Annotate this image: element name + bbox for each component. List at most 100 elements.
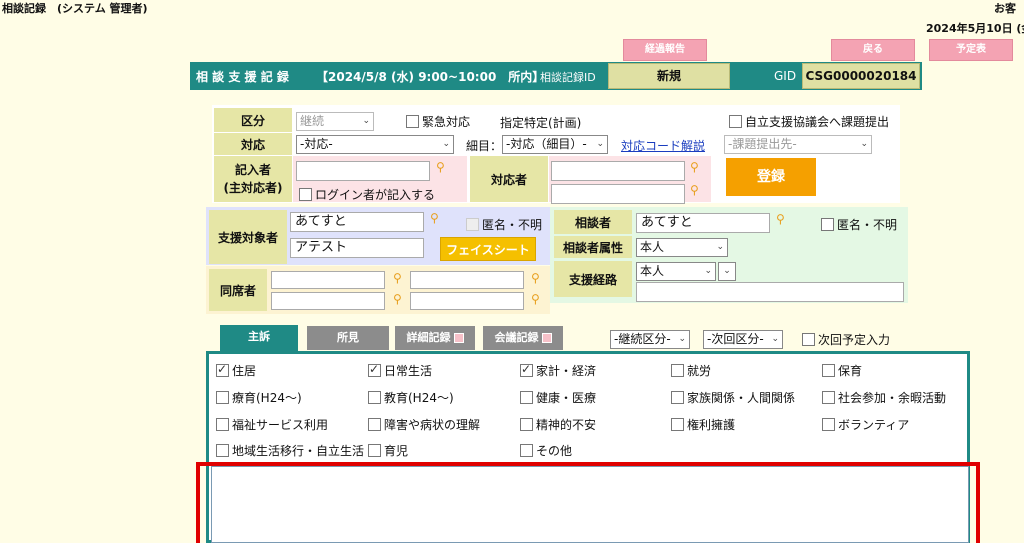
key-icon[interactable]: ⚲ xyxy=(690,183,699,197)
code-explanation-link[interactable]: 対応コード解説 xyxy=(621,137,705,154)
responder-input-1[interactable] xyxy=(551,161,685,181)
detail-select[interactable]: -対応（細目）- ⌄ xyxy=(502,135,608,154)
checked-checkbox-icon[interactable] xyxy=(520,362,533,377)
checkbox-icon[interactable] xyxy=(822,418,835,431)
writer-input[interactable] xyxy=(296,161,430,181)
key-icon[interactable]: ⚲ xyxy=(430,211,439,225)
current-date: 2024年5月10日 (金 xyxy=(926,22,1024,35)
target-kana-input[interactable]: アテスト xyxy=(290,238,424,258)
checkbox-icon[interactable] xyxy=(520,444,533,457)
register-button[interactable]: 登録 xyxy=(726,158,816,196)
category-checkbox[interactable]: 社会参加・余暇活動 xyxy=(822,389,946,406)
category-checkbox[interactable]: 地域生活移行・自立生活 xyxy=(216,442,364,459)
key-icon[interactable]: ⚲ xyxy=(776,212,785,226)
category-checkbox[interactable]: 精神的不安 xyxy=(520,416,596,433)
category-checkbox[interactable]: 家計・経済 xyxy=(520,362,596,379)
target-anonymous-checkbox[interactable]: 匿名・不明 xyxy=(466,216,542,233)
back-button[interactable]: 戻る xyxy=(831,39,915,61)
consultant-attr-select[interactable]: 本人 ⌄ xyxy=(636,238,728,257)
highlight-box xyxy=(196,462,980,543)
checkbox-icon[interactable] xyxy=(216,418,229,431)
route-detail-input[interactable] xyxy=(636,282,904,302)
checkbox-icon[interactable] xyxy=(729,115,742,128)
gid-label: GID xyxy=(774,69,797,83)
key-icon[interactable]: ⚲ xyxy=(393,292,402,306)
face-sheet-button[interactable]: フェイスシート xyxy=(440,237,536,261)
category-checkbox[interactable]: 療育(H24～) xyxy=(216,389,302,406)
writer-label: 記入者 (主対応者) xyxy=(214,156,292,202)
tab-main-complaint[interactable]: 主訴 xyxy=(220,325,298,351)
key-icon[interactable]: ⚲ xyxy=(436,160,445,174)
key-icon[interactable]: ⚲ xyxy=(690,160,699,174)
key-icon[interactable]: ⚲ xyxy=(393,271,402,285)
checkbox-icon[interactable] xyxy=(671,418,684,431)
checkbox-icon[interactable] xyxy=(406,115,419,128)
urgent-checkbox[interactable]: 緊急対応 xyxy=(406,113,470,130)
checkbox-icon[interactable] xyxy=(802,333,815,346)
target-name-input[interactable]: あてすと xyxy=(290,212,424,232)
continue-type-select[interactable]: -継続区分- ⌄ xyxy=(610,330,690,349)
gid-value: CSG0000020184 xyxy=(802,63,920,89)
consultant-anonymous-checkbox[interactable]: 匿名・不明 xyxy=(821,216,897,233)
key-icon[interactable]: ⚲ xyxy=(531,292,540,306)
category-label: 保育 xyxy=(838,364,863,378)
attendee-input-4[interactable] xyxy=(410,292,524,310)
checkbox-icon[interactable] xyxy=(466,218,479,231)
taiou-select[interactable]: -対応- ⌄ xyxy=(296,135,454,154)
council-checkbox[interactable]: 自立支援協議会へ課題提出 xyxy=(729,113,889,130)
continue-type-value: -継続区分- xyxy=(614,332,671,346)
issue-destination-select[interactable]: -課題提出先- ⌄ xyxy=(724,135,872,154)
checkbox-icon[interactable] xyxy=(368,444,381,457)
consultant-name-input[interactable]: あてすと xyxy=(636,213,770,233)
checkbox-icon[interactable] xyxy=(671,391,684,404)
checked-checkbox-icon[interactable] xyxy=(216,362,229,377)
category-checkbox[interactable]: 教育(H24～) xyxy=(368,389,454,406)
tab-meeting-record[interactable]: 会議記録 xyxy=(483,326,563,350)
checkbox-icon[interactable] xyxy=(216,444,229,457)
category-label: 地域生活移行・自立生活 xyxy=(232,444,365,458)
next-plan-checkbox[interactable]: 次回予定入力 xyxy=(802,331,890,348)
checkbox-icon[interactable] xyxy=(822,364,835,377)
checkbox-icon[interactable] xyxy=(520,418,533,431)
checkbox-icon[interactable] xyxy=(216,391,229,404)
page-title: 相談記録 (システム 管理者) xyxy=(2,2,148,15)
login-writer-checkbox[interactable]: ログイン者が記入する xyxy=(299,186,435,203)
category-checkbox[interactable]: 健康・医療 xyxy=(520,389,596,406)
tab-findings[interactable]: 所見 xyxy=(307,326,389,350)
customer-corner-text: お客 xyxy=(994,2,1016,15)
checkbox-icon[interactable] xyxy=(520,391,533,404)
checkbox-icon[interactable] xyxy=(299,188,312,201)
category-checkbox[interactable]: 権利擁護 xyxy=(671,416,735,433)
category-checkbox[interactable]: 家族関係・人間関係 xyxy=(671,389,795,406)
key-icon[interactable]: ⚲ xyxy=(531,271,540,285)
category-checkbox[interactable]: 福祉サービス利用 xyxy=(216,416,328,433)
attendee-input-2[interactable] xyxy=(410,271,524,289)
kubun-select[interactable]: 継続 ⌄ xyxy=(296,112,374,131)
next-type-select[interactable]: -次回区分- ⌄ xyxy=(703,330,783,349)
attendee-input-3[interactable] xyxy=(271,292,385,310)
category-checkbox[interactable]: 就労 xyxy=(671,362,711,379)
category-checkbox[interactable]: 住居 xyxy=(216,362,256,379)
route-sub-select[interactable]: ⌄ xyxy=(718,262,736,281)
category-checkbox[interactable]: 日常生活 xyxy=(368,362,432,379)
checked-checkbox-icon[interactable] xyxy=(368,362,381,377)
attendee-input-1[interactable] xyxy=(271,271,385,289)
category-checkbox[interactable]: その他 xyxy=(520,442,572,459)
category-checkbox[interactable]: 保育 xyxy=(822,362,862,379)
schedule-button[interactable]: 予定表 xyxy=(929,39,1013,61)
category-checkbox[interactable]: ボランティア xyxy=(822,416,909,433)
checkbox-icon[interactable] xyxy=(822,391,835,404)
chevron-down-icon: ⌄ xyxy=(723,266,731,276)
checkbox-icon[interactable] xyxy=(368,418,381,431)
category-checkbox[interactable]: 障害や病状の理解 xyxy=(368,416,480,433)
route-select[interactable]: 本人 ⌄ xyxy=(636,262,716,281)
taiou-label: 対応 xyxy=(214,133,292,155)
category-label: 教育(H24～) xyxy=(384,391,454,405)
tab-detail-record[interactable]: 詳細記録 xyxy=(395,326,475,350)
progress-report-button[interactable]: 経過報告 xyxy=(623,39,707,61)
responder-input-2[interactable] xyxy=(551,184,685,204)
checkbox-icon[interactable] xyxy=(671,364,684,377)
checkbox-icon[interactable] xyxy=(821,218,834,231)
checkbox-icon[interactable] xyxy=(368,391,381,404)
category-checkbox[interactable]: 育児 xyxy=(368,442,408,459)
